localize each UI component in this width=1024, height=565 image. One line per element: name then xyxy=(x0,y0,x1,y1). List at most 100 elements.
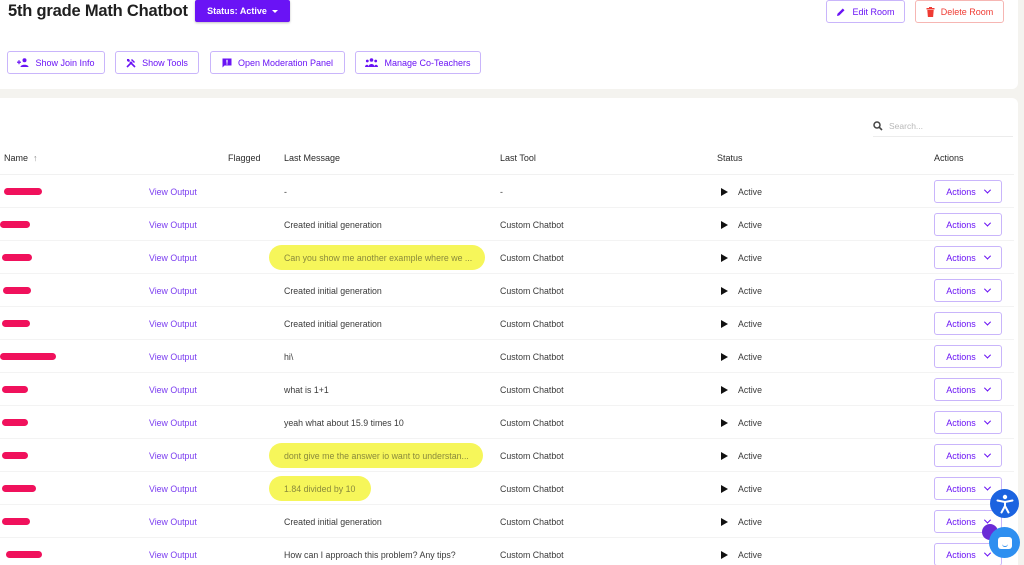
table-row: View Output 1.84 divided by 10 Custom Chat… xyxy=(0,472,1014,505)
table-row: View Output Created initial generation Cus… xyxy=(0,505,1014,538)
student-name-redacted xyxy=(4,188,42,195)
sort-ascending-icon[interactable]: ↑ xyxy=(33,153,38,163)
student-name-redacted xyxy=(2,386,28,393)
status-dropdown-button[interactable]: Status: Active xyxy=(195,0,290,22)
chevron-down-icon xyxy=(983,417,991,425)
delete-room-button[interactable]: Delete Room xyxy=(915,0,1004,23)
play-icon[interactable] xyxy=(721,385,728,394)
tools-icon xyxy=(126,58,136,68)
student-name-redacted xyxy=(2,320,30,327)
room-page: 5th grade Math Chatbot Status: Active Ed… xyxy=(0,0,1024,565)
last-tool: Custom Chatbot xyxy=(500,285,564,296)
show-tools-button[interactable]: Show Tools xyxy=(115,51,199,74)
actions-dropdown-button[interactable]: Actions xyxy=(934,345,1002,368)
actions-dropdown-button[interactable]: Actions xyxy=(934,312,1002,335)
chevron-down-icon xyxy=(983,516,991,524)
actions-dropdown-button[interactable]: Actions xyxy=(934,246,1002,269)
status-cell: Active xyxy=(721,208,762,241)
view-output-link[interactable]: View Output xyxy=(149,439,197,472)
play-icon[interactable] xyxy=(721,484,728,493)
view-output-link[interactable]: View Output xyxy=(149,340,197,373)
status-text: Active xyxy=(738,285,762,296)
view-output-link[interactable]: View Output xyxy=(149,175,197,208)
play-icon[interactable] xyxy=(721,187,728,196)
report-icon xyxy=(222,58,232,67)
table-row: View Output Can you show me another examp… xyxy=(0,241,1014,274)
play-icon[interactable] xyxy=(721,352,728,361)
last-tool: Custom Chatbot xyxy=(500,549,564,560)
show-join-info-button[interactable]: Show Join Info xyxy=(7,51,105,74)
status-cell: Active xyxy=(721,472,762,505)
chevron-down-icon xyxy=(983,318,991,326)
status-text: Active xyxy=(738,516,762,527)
edit-room-button[interactable]: Edit Room xyxy=(826,0,905,23)
status-text: Active xyxy=(738,219,762,230)
page-title: 5th grade Math Chatbot xyxy=(8,2,188,20)
chevron-down-icon xyxy=(983,219,991,227)
status-cell: Active xyxy=(721,406,762,439)
last-tool: Custom Chatbot xyxy=(500,516,564,527)
last-message: yeah what about 15.9 times 10 xyxy=(284,417,404,428)
chevron-down-icon xyxy=(983,384,991,392)
view-output-link[interactable]: View Output xyxy=(149,307,197,340)
table-row: View Output Created initial generation Cus… xyxy=(0,208,1014,241)
play-icon[interactable] xyxy=(721,319,728,328)
actions-label: Actions xyxy=(946,351,976,362)
play-icon[interactable] xyxy=(721,253,728,262)
play-icon[interactable] xyxy=(721,418,728,427)
play-icon[interactable] xyxy=(721,517,728,526)
view-output-link[interactable]: View Output xyxy=(149,472,197,505)
actions-dropdown-button[interactable]: Actions xyxy=(934,279,1002,302)
search-input[interactable] xyxy=(889,120,999,131)
student-name-redacted xyxy=(2,518,30,525)
actions-label: Actions xyxy=(946,186,976,197)
play-icon[interactable] xyxy=(721,550,728,559)
actions-dropdown-button[interactable]: Actions xyxy=(934,180,1002,203)
actions-dropdown-button[interactable]: Actions xyxy=(934,444,1002,467)
chevron-down-icon xyxy=(983,186,991,194)
chat-icon xyxy=(997,536,1012,549)
status-text: Active xyxy=(738,483,762,494)
trash-icon xyxy=(926,6,935,17)
status-cell: Active xyxy=(721,241,762,274)
student-name-redacted xyxy=(2,419,28,426)
actions-label: Actions xyxy=(946,549,976,560)
open-moderation-panel-button[interactable]: Open Moderation Panel xyxy=(210,51,345,74)
play-icon[interactable] xyxy=(721,286,728,295)
chevron-down-icon xyxy=(983,483,991,491)
status-label: Status: Active xyxy=(207,6,267,16)
open-moderation-panel-label: Open Moderation Panel xyxy=(237,57,334,68)
caret-down-icon xyxy=(271,9,278,13)
view-output-link[interactable]: View Output xyxy=(149,241,197,274)
view-output-link[interactable]: View Output xyxy=(149,505,197,538)
accessibility-button[interactable] xyxy=(990,489,1019,518)
actions-dropdown-button[interactable]: Actions xyxy=(934,378,1002,401)
play-icon[interactable] xyxy=(721,451,728,460)
last-tool: Custom Chatbot xyxy=(500,450,564,461)
status-cell: Active xyxy=(721,307,762,340)
search-field[interactable] xyxy=(873,115,1013,137)
status-text: Active xyxy=(738,252,762,263)
chat-support-button[interactable] xyxy=(989,527,1020,558)
last-message: 1.84 divided by 10 xyxy=(284,483,356,494)
last-tool: Custom Chatbot xyxy=(500,318,564,329)
status-text: Active xyxy=(738,186,762,197)
actions-label: Actions xyxy=(946,384,976,395)
actions-dropdown-button[interactable]: Actions xyxy=(934,411,1002,434)
play-icon[interactable] xyxy=(721,220,728,229)
manage-co-teachers-button[interactable]: Manage Co-Teachers xyxy=(355,51,481,74)
view-output-link[interactable]: View Output xyxy=(149,538,197,565)
column-header-actions: Actions xyxy=(934,153,964,163)
column-header-last-message: Last Message xyxy=(284,153,341,163)
column-header-name[interactable]: Name ↑ xyxy=(4,153,38,163)
view-output-link[interactable]: View Output xyxy=(149,274,197,307)
view-output-link[interactable]: View Output xyxy=(149,406,197,439)
status-cell: Active xyxy=(721,439,762,472)
actions-label: Actions xyxy=(946,450,976,461)
student-name-redacted xyxy=(0,353,56,360)
last-tool: Custom Chatbot xyxy=(500,252,564,263)
actions-dropdown-button[interactable]: Actions xyxy=(934,213,1002,236)
view-output-link[interactable]: View Output xyxy=(149,373,197,406)
view-output-link[interactable]: View Output xyxy=(149,208,197,241)
table-row: View Output Created initial generation Cus… xyxy=(0,307,1014,340)
